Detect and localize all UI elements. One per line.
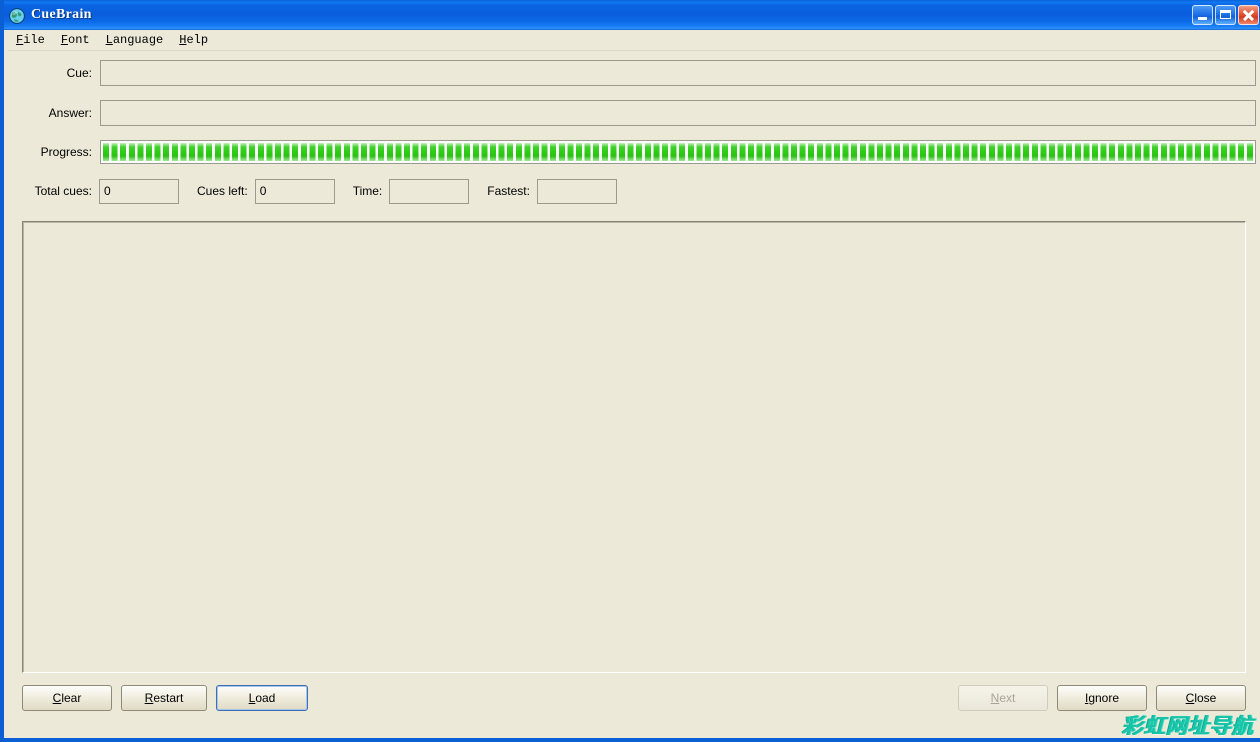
next-button-rest: ext: [999, 691, 1016, 705]
display-panel[interactable]: [22, 221, 1246, 673]
cues-left-label: Cues left:: [197, 184, 248, 198]
stats-row: Total cues: Cues left: Time: Fastest:: [8, 178, 1260, 204]
maximize-button[interactable]: [1215, 5, 1236, 25]
globe-icon: [8, 7, 26, 25]
total-cues-label: Total cues:: [34, 184, 92, 198]
next-button[interactable]: Next: [958, 685, 1048, 711]
client-area: Cue: Answer: Progress: Total cues: Cues …: [8, 51, 1260, 738]
cues-left-value[interactable]: [254, 178, 335, 204]
clear-button-accel: C: [52, 691, 62, 705]
progress-row: Progress:: [8, 140, 1260, 164]
time-value[interactable]: [389, 178, 470, 204]
clear-button-rest: lear: [61, 691, 82, 705]
close-window-button[interactable]: [1238, 5, 1259, 25]
cue-input[interactable]: [100, 60, 1256, 86]
menu-help-rest: elp: [186, 33, 209, 47]
progress-bar: [100, 140, 1256, 164]
load-button[interactable]: Load: [216, 685, 308, 711]
menu-language-rest: anguage: [112, 33, 164, 47]
next-button-accel: N: [990, 691, 1000, 705]
answer-input[interactable]: [100, 100, 1256, 126]
load-button-rest: oad: [255, 691, 276, 705]
time-stat: Time:: [335, 178, 470, 204]
menu-font-accel: F: [60, 33, 69, 47]
menu-item-language[interactable]: Language: [106, 31, 172, 49]
fastest-stat: Fastest:: [469, 178, 617, 204]
menu-item-file[interactable]: File: [16, 31, 53, 49]
cues-left-stat: Cues left:: [179, 178, 335, 204]
restart-button-accel: R: [144, 691, 154, 705]
time-label: Time:: [352, 184, 383, 198]
progress-bar-fill: [103, 143, 1253, 161]
application-window: CueBrain File Font Language Help Cue: An…: [0, 0, 1260, 742]
cue-row: Cue:: [8, 60, 1260, 86]
close-button-rest: lose: [1194, 691, 1217, 705]
window-controls: [1192, 5, 1259, 25]
total-cues-value[interactable]: [99, 178, 179, 204]
display-panel-text: [23, 222, 1245, 234]
ignore-button[interactable]: Ignore: [1057, 685, 1147, 711]
load-button-accel: L: [248, 691, 256, 705]
ignore-button-rest: gnore: [1088, 691, 1120, 705]
menu-font-rest: ont: [68, 33, 90, 47]
left-button-group: Clear Restart Load: [22, 685, 308, 711]
close-button[interactable]: Close: [1156, 685, 1246, 711]
clear-button[interactable]: Clear: [22, 685, 112, 711]
answer-row: Answer:: [8, 100, 1260, 126]
title-bar[interactable]: CueBrain: [4, 0, 1260, 30]
window-title: CueBrain: [31, 7, 92, 22]
restart-button-rest: estart: [153, 691, 184, 705]
fastest-label: Fastest:: [487, 184, 530, 198]
progress-label: Progress:: [40, 145, 92, 159]
fastest-value[interactable]: [536, 178, 617, 204]
menu-file-rest: ile: [23, 33, 45, 47]
right-button-group: Next Ignore Close: [958, 685, 1246, 711]
menu-item-help[interactable]: Help: [179, 31, 216, 49]
menu-language-accel: L: [105, 33, 113, 47]
answer-label: Answer:: [48, 106, 92, 120]
close-button-accel: C: [1185, 691, 1195, 705]
minimize-button[interactable]: [1192, 5, 1213, 25]
menu-bar: File Font Language Help: [8, 30, 1260, 51]
menu-item-font[interactable]: Font: [61, 31, 98, 49]
total-cues-stat: Total cues:: [8, 178, 179, 204]
restart-button[interactable]: Restart: [121, 685, 207, 711]
cue-label: Cue:: [66, 66, 92, 80]
